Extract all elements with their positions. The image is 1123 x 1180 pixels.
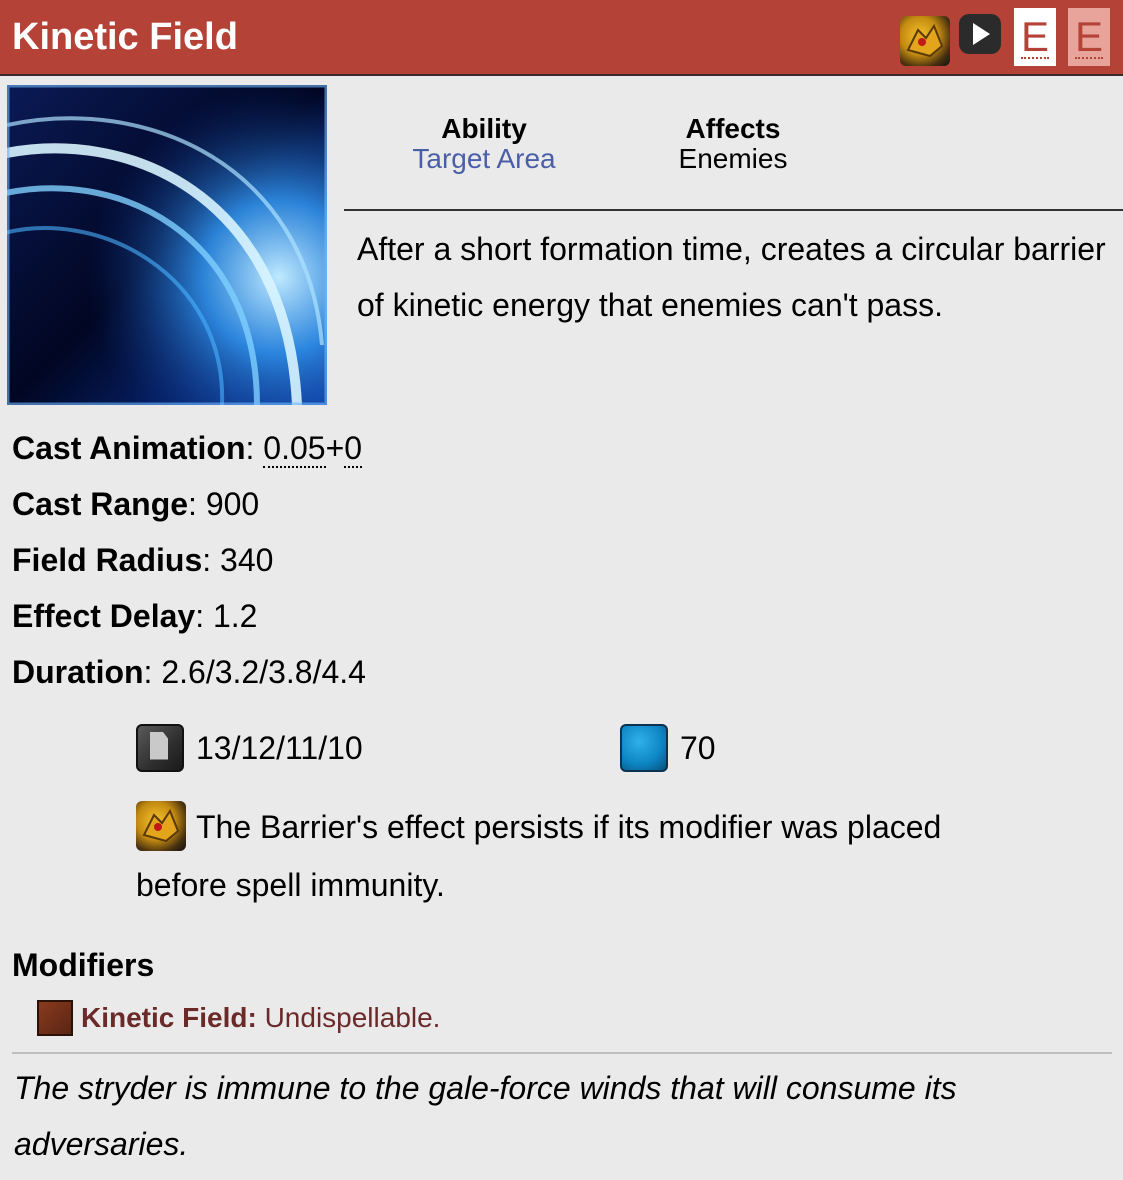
ability-stats: Cast Animation: 0.05+0 Cast Range: 900 F… bbox=[12, 420, 366, 700]
stat-value: 1.2 bbox=[212, 598, 258, 634]
ability-affects: Affects Enemies bbox=[633, 114, 833, 174]
ability-header: Kinetic Field E E bbox=[0, 0, 1123, 76]
cooldown-icon bbox=[136, 723, 184, 772]
stat-duration: Duration: 2.6/3.2/3.8/4.4 bbox=[12, 654, 366, 690]
mana-value: 70 bbox=[680, 730, 716, 766]
modifier-item: Kinetic Field: Undispellable. bbox=[37, 996, 440, 1040]
backswing-value[interactable]: 0 bbox=[344, 430, 363, 468]
stat-label: Cast Range bbox=[12, 486, 189, 522]
hotkey-badge-legacy[interactable]: E bbox=[1068, 8, 1110, 66]
lore-text: The stryder is immune to the gale-force … bbox=[14, 1070, 957, 1162]
modifier-name: Kinetic Field: bbox=[81, 1002, 257, 1033]
divider bbox=[344, 209, 1123, 211]
stat-label: Effect Delay bbox=[12, 598, 196, 634]
disruptor-hero-icon bbox=[136, 800, 186, 851]
ability-type-value[interactable]: Target Area bbox=[384, 144, 584, 174]
mana-cost: 70 bbox=[620, 722, 716, 775]
stat-value: 2.6/3.2/3.8/4.4 bbox=[161, 654, 366, 690]
stat-label: Cast Animation bbox=[12, 430, 246, 466]
kinetic-field-ability-image bbox=[0, 84, 328, 406]
ability-title: Kinetic Field bbox=[12, 16, 238, 58]
stat-cast-animation: Cast Animation: 0.05+0 bbox=[12, 430, 363, 468]
affects-value: Enemies bbox=[678, 143, 788, 174]
mana-icon bbox=[620, 723, 668, 772]
hotkey-badge-primary[interactable]: E bbox=[1014, 8, 1056, 66]
modifier-text: Undispellable. bbox=[256, 1002, 441, 1033]
ability-note: The Barrier's effect persists if its mod… bbox=[136, 798, 1036, 914]
stat-cast-range: Cast Range: 900 bbox=[12, 486, 260, 522]
ability-description: After a short formation time, creates a … bbox=[357, 231, 1106, 323]
cooldown: 13/12/11/10 bbox=[136, 722, 363, 775]
stat-value: 340 bbox=[220, 542, 274, 578]
ability-type-label: Ability bbox=[441, 113, 527, 144]
stat-label: Duration bbox=[12, 654, 144, 690]
stat-value: 900 bbox=[205, 486, 260, 522]
stat-effect-delay: Effect Delay: 1.2 bbox=[12, 598, 258, 634]
play-icon[interactable] bbox=[959, 14, 1001, 54]
modifier-icon bbox=[37, 999, 73, 1036]
affects-label: Affects bbox=[685, 113, 781, 144]
disruptor-hero-icon[interactable] bbox=[900, 16, 950, 66]
stat-field-radius: Field Radius: 340 bbox=[12, 542, 274, 578]
modifiers-heading: Modifiers bbox=[12, 947, 155, 983]
cast-point-value[interactable]: 0.05 bbox=[263, 430, 326, 468]
cooldown-value: 13/12/11/10 bbox=[196, 730, 363, 766]
note-text: The Barrier's effect persists if its mod… bbox=[136, 809, 942, 903]
divider bbox=[12, 1052, 1112, 1054]
ability-type: Ability Target Area bbox=[384, 114, 584, 174]
stat-label: Field Radius bbox=[12, 542, 203, 578]
